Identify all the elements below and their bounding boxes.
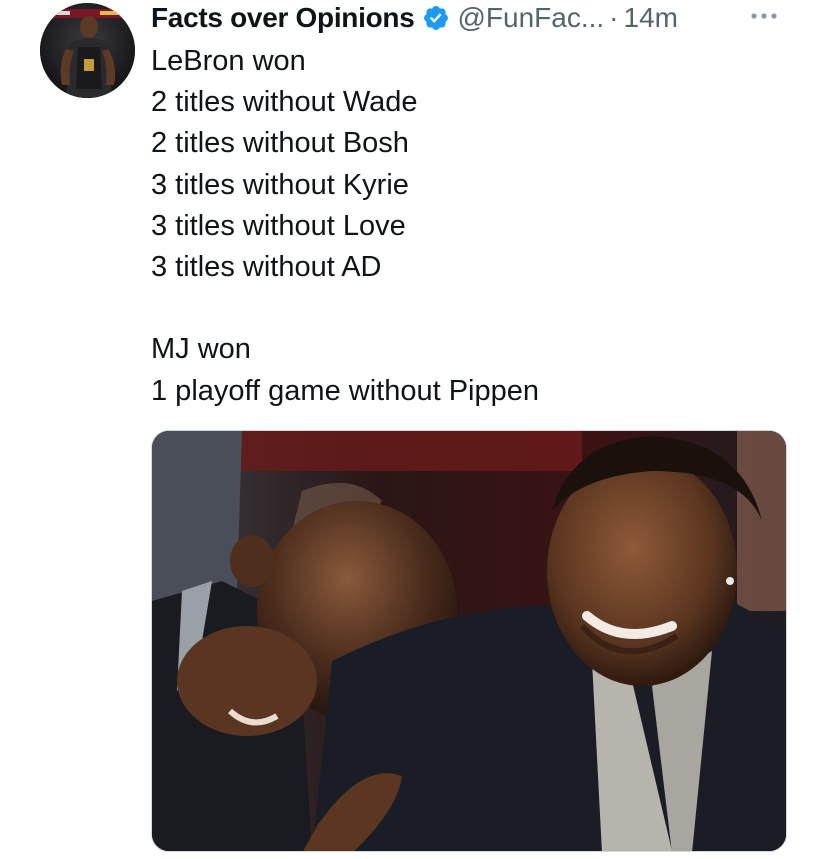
separator-dot: · <box>609 2 619 33</box>
photo-image <box>152 431 786 851</box>
tweet[interactable]: Facts over Opinions @FunFac... · 14m LeB… <box>0 0 828 859</box>
avatar-image <box>40 3 135 98</box>
tweet-text-line: 3 titles without AD <box>151 250 382 283</box>
tweet-timestamp[interactable]: 14m <box>624 2 678 34</box>
tweet-text-blank-line <box>151 288 791 329</box>
verified-badge-icon <box>422 4 450 32</box>
author-handle[interactable]: @FunFac... <box>457 2 604 34</box>
author-avatar[interactable] <box>40 3 135 98</box>
tweet-text-line: 2 titles without Bosh <box>151 127 409 160</box>
more-options-icon[interactable] <box>748 6 780 26</box>
tweet-text-line: 2 titles without Wade <box>151 86 418 119</box>
tweet-text-line: 1 playoff game without Pippen <box>151 374 540 407</box>
tweet-text-line: 3 titles without Love <box>151 209 406 242</box>
tweet-header: Facts over Opinions @FunFac... · 14m <box>151 0 808 36</box>
author-name[interactable]: Facts over Opinions <box>151 2 415 34</box>
tweet-text-line: MJ won <box>151 333 251 366</box>
tweet-text-line: LeBron won <box>151 45 306 77</box>
tweet-text-line: 3 titles without Kyrie <box>151 168 409 201</box>
tweet-text: LeBron won 2 titles without Wade 2 title… <box>151 41 791 412</box>
tweet-photo[interactable] <box>151 430 787 852</box>
